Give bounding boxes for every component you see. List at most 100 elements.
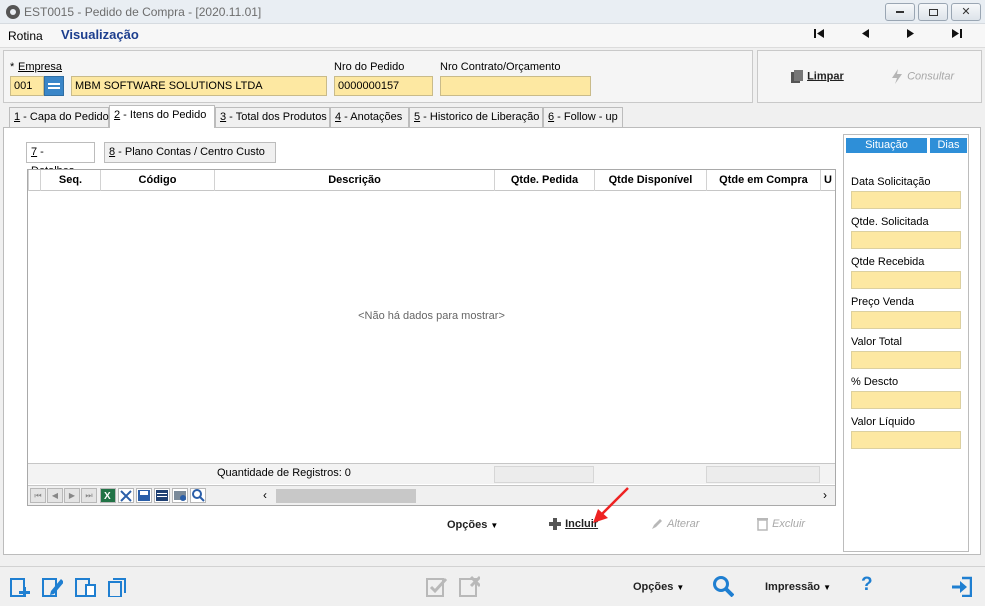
pencil-icon <box>652 519 662 529</box>
nro-pedido-field[interactable]: 0000000157 <box>334 76 433 96</box>
tab-label: - Historico de Liberação <box>420 111 540 123</box>
footer-cell-qtde-pedida <box>494 466 594 483</box>
qtde-recebida-field[interactable] <box>851 271 961 289</box>
impressao-button[interactable]: Impressão ▼ <box>765 581 831 593</box>
col-descricao[interactable]: Descrição <box>214 170 494 191</box>
excel-icon: X <box>101 489 115 502</box>
tab-dias[interactable]: Dias <box>930 138 967 153</box>
consultar-label: Consultar <box>907 70 955 83</box>
limpar-button[interactable]: Limpar <box>790 69 844 85</box>
valor-liquido-label: Valor Líquido <box>851 416 916 428</box>
save-icon <box>138 490 150 501</box>
tools-button[interactable] <box>118 488 134 503</box>
col-qtde-em-compra[interactable]: Qtde em Compra <box>706 170 820 191</box>
excluir-label: Excluir <box>772 517 806 530</box>
consultar-button[interactable]: Consultar <box>890 69 954 85</box>
qtde-solicitada-field[interactable] <box>851 231 961 249</box>
nro-contrato-field[interactable] <box>440 76 591 96</box>
desconto-label: % Descto <box>851 376 899 388</box>
qtde-solicitada-label: Qtde. Solicitada <box>851 216 929 228</box>
menu-bar: Rotina Visualização <box>0 24 985 48</box>
help-icon[interactable]: ? <box>861 574 873 596</box>
horizontal-scroll-thumb[interactable] <box>276 489 416 503</box>
tab-capa-pedido[interactable]: 1 - Capa do Pedido <box>9 107 109 127</box>
maximize-button[interactable] <box>918 3 948 21</box>
opcoes-bottom-button[interactable]: Opções ▼ <box>633 581 684 593</box>
col-qtde-disponivel[interactable]: Qtde Disponível <box>594 170 706 191</box>
export-excel-button[interactable]: X <box>100 488 116 503</box>
confirm-disabled-icon[interactable] <box>425 575 447 597</box>
next-record-icon <box>907 29 914 38</box>
app-icon <box>6 5 20 19</box>
tab-detalhes[interactable]: 7 - Detalhes <box>26 142 95 177</box>
grid-next-button[interactable]: ▶ <box>64 488 80 503</box>
nav-last-button[interactable] <box>949 29 965 41</box>
tools-icon <box>120 490 132 502</box>
copy-document-icon[interactable] <box>106 575 128 597</box>
empresa-lookup-button[interactable] <box>44 76 64 96</box>
close-button[interactable]: ✕ <box>951 3 981 21</box>
lookup-icon <box>48 83 60 89</box>
empresa-name-field[interactable]: MBM SOFTWARE SOLUTIONS LTDA <box>71 76 327 96</box>
valor-total-field[interactable] <box>851 351 961 369</box>
tab-situacao[interactable]: Situação <box>846 138 927 153</box>
empresa-label: Empresa <box>18 61 63 73</box>
minimize-button[interactable] <box>885 3 915 21</box>
scroll-right-arrow[interactable]: › <box>823 488 827 502</box>
col-qtde-pedida[interactable]: Qtde. Pedida <box>494 170 594 191</box>
tab-itens-pedido[interactable]: 2 - Itens do Pedido <box>109 105 215 128</box>
menu-rotina[interactable]: Rotina <box>8 29 43 43</box>
cancel-disabled-icon[interactable] <box>458 575 480 597</box>
window-title: EST0015 - Pedido de Compra - [2020.11.01… <box>24 5 262 19</box>
grid-last-button[interactable]: ⏭ <box>81 488 97 503</box>
data-solicitacao-field[interactable] <box>851 191 961 209</box>
tab-label: - Itens do Pedido <box>120 109 207 121</box>
new-document-icon[interactable] <box>9 575 31 597</box>
grid-search-button[interactable] <box>190 488 206 503</box>
desconto-field[interactable] <box>851 391 961 409</box>
alterar-label: Alterar <box>667 517 700 530</box>
preco-venda-field[interactable] <box>851 311 961 329</box>
grid-first-button[interactable]: ⏮ <box>30 488 46 503</box>
empresa-code-field[interactable]: 001 <box>10 76 44 96</box>
tab-anotacoes[interactable]: 4 - Anotações <box>330 107 409 127</box>
delete-document-icon[interactable] <box>74 575 96 597</box>
last-icon: ⏭ <box>85 491 93 500</box>
opcoes-grid-button[interactable]: Opções ▼ <box>447 519 498 531</box>
save-layout-button[interactable] <box>136 488 152 503</box>
exit-icon[interactable] <box>950 575 972 597</box>
items-grid[interactable]: Seq. Código Descrição Qtde. Pedida Qtde … <box>27 169 836 506</box>
grid-header: Seq. Código Descrição Qtde. Pedida Qtde … <box>28 170 835 191</box>
columns-icon <box>156 490 168 501</box>
grid-prev-page-button[interactable]: ◀ <box>47 488 63 503</box>
edit-document-icon[interactable] <box>41 575 63 597</box>
nro-contrato-label: Nro Contrato/Orçamento <box>440 61 561 73</box>
nav-prev-button[interactable] <box>857 29 873 41</box>
bottom-toolbar: Opções ▼ Impressão ▼ ? <box>0 566 985 606</box>
nav-first-button[interactable] <box>811 29 827 41</box>
minimize-icon <box>896 11 904 14</box>
alterar-button[interactable]: Alterar <box>650 517 699 531</box>
col-seq[interactable]: Seq. <box>40 170 100 191</box>
search-icon[interactable] <box>712 575 734 597</box>
grid-empty-message: <Não há dados para mostrar> <box>358 310 505 322</box>
grid-columns-button[interactable] <box>154 488 170 503</box>
impressao-label: Impressão <box>765 581 821 593</box>
tab-historico-liberacao[interactable]: 5 - Historico de Liberação <box>409 107 543 127</box>
grid-config-button[interactable] <box>172 488 188 503</box>
nav-next-button[interactable] <box>903 29 919 41</box>
col-codigo[interactable]: Código <box>100 170 214 191</box>
limpar-label: Limpar <box>807 70 844 83</box>
tab-total-produtos[interactable]: 3 - Total dos Produtos <box>215 107 330 127</box>
tab-label: - Follow - up <box>554 111 618 123</box>
dropdown-arrow-icon: ▼ <box>676 583 685 592</box>
plus-icon <box>549 518 561 530</box>
excluir-button[interactable]: Excluir <box>756 517 805 531</box>
scroll-left-arrow[interactable]: ‹ <box>263 488 267 502</box>
col-unidade[interactable]: U <box>820 170 835 191</box>
tab-plano-contas[interactable]: 8 - Plano Contas / Centro Custo <box>104 142 276 163</box>
tab-follow-up[interactable]: 6 - Follow - up <box>543 107 623 127</box>
valor-liquido-field[interactable] <box>851 431 961 449</box>
tab-label: - Total dos Produtos <box>226 111 327 123</box>
record-count: Quantidade de Registros: 0 <box>214 466 494 483</box>
